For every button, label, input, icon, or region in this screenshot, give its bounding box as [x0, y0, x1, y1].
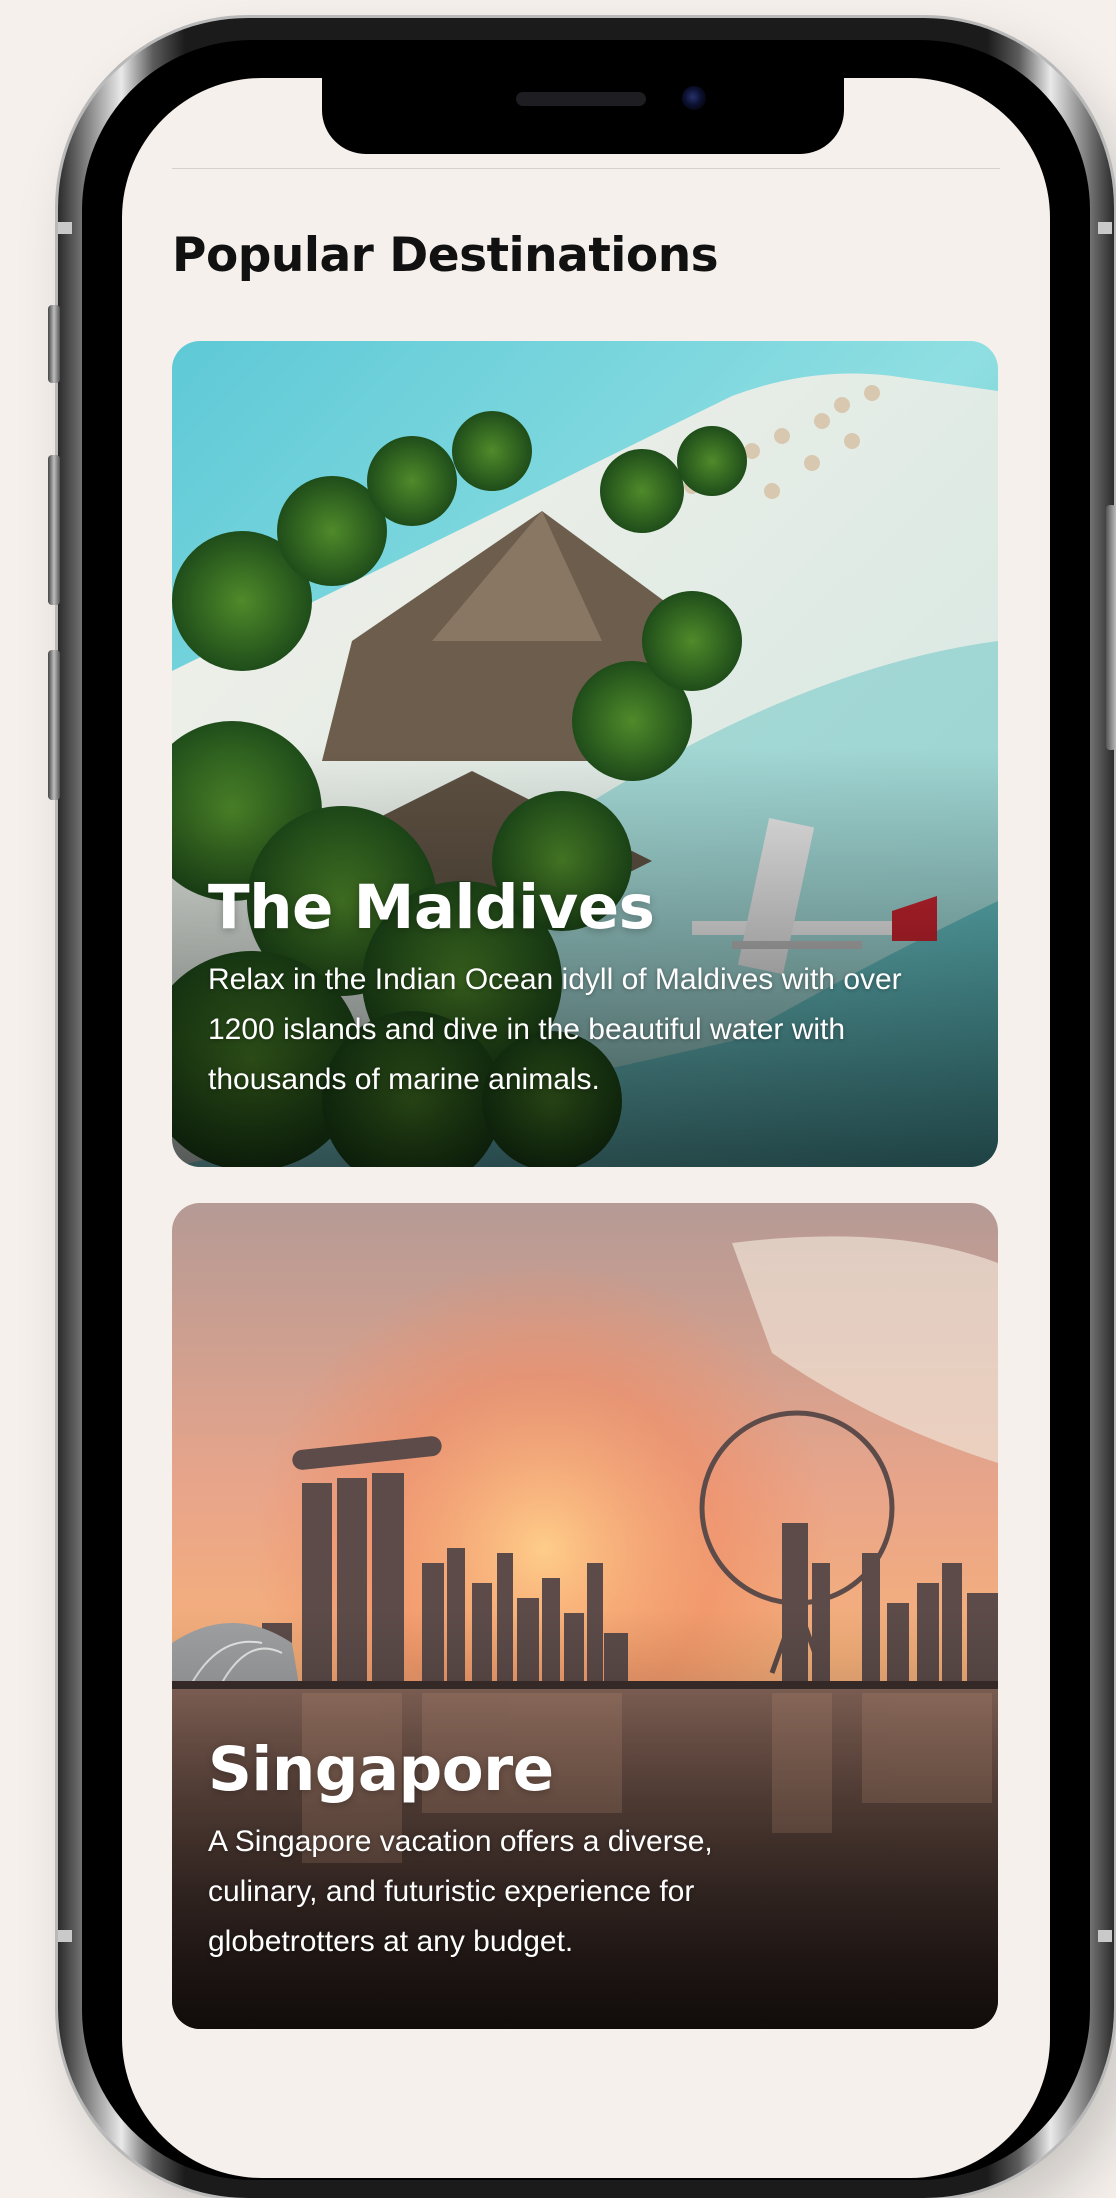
card-caption: Singapore A Singapore vacation offers a … [208, 1733, 948, 1967]
phone-screen: Popular Destinations The Maldives Relax … [122, 78, 1050, 2178]
destination-description: Relax in the Indian Ocean idyll of Maldi… [208, 963, 902, 1096]
destination-title: The Maldives [208, 872, 655, 943]
header-divider [172, 168, 1000, 169]
antenna-band [1098, 222, 1112, 234]
earpiece-speaker [516, 92, 646, 106]
silent-switch [48, 305, 60, 383]
power-button [1106, 505, 1116, 750]
card-caption: The Maldives Relax in the Indian Ocean i… [208, 871, 948, 1105]
destination-title: Singapore [208, 1734, 554, 1805]
antenna-band [1098, 1930, 1112, 1942]
page-title: Popular Destinations [172, 228, 719, 283]
volume-up-button [48, 455, 60, 605]
antenna-band [58, 1930, 72, 1942]
destination-card-maldives[interactable]: The Maldives Relax in the Indian Ocean i… [172, 341, 998, 1167]
notch [322, 78, 844, 154]
antenna-band [58, 222, 72, 234]
destination-card-singapore[interactable]: Singapore A Singapore vacation offers a … [172, 1203, 998, 2029]
front-camera [682, 86, 706, 110]
destination-description: A Singapore vacation offers a diverse, c… [208, 1825, 713, 1958]
volume-down-button [48, 650, 60, 800]
